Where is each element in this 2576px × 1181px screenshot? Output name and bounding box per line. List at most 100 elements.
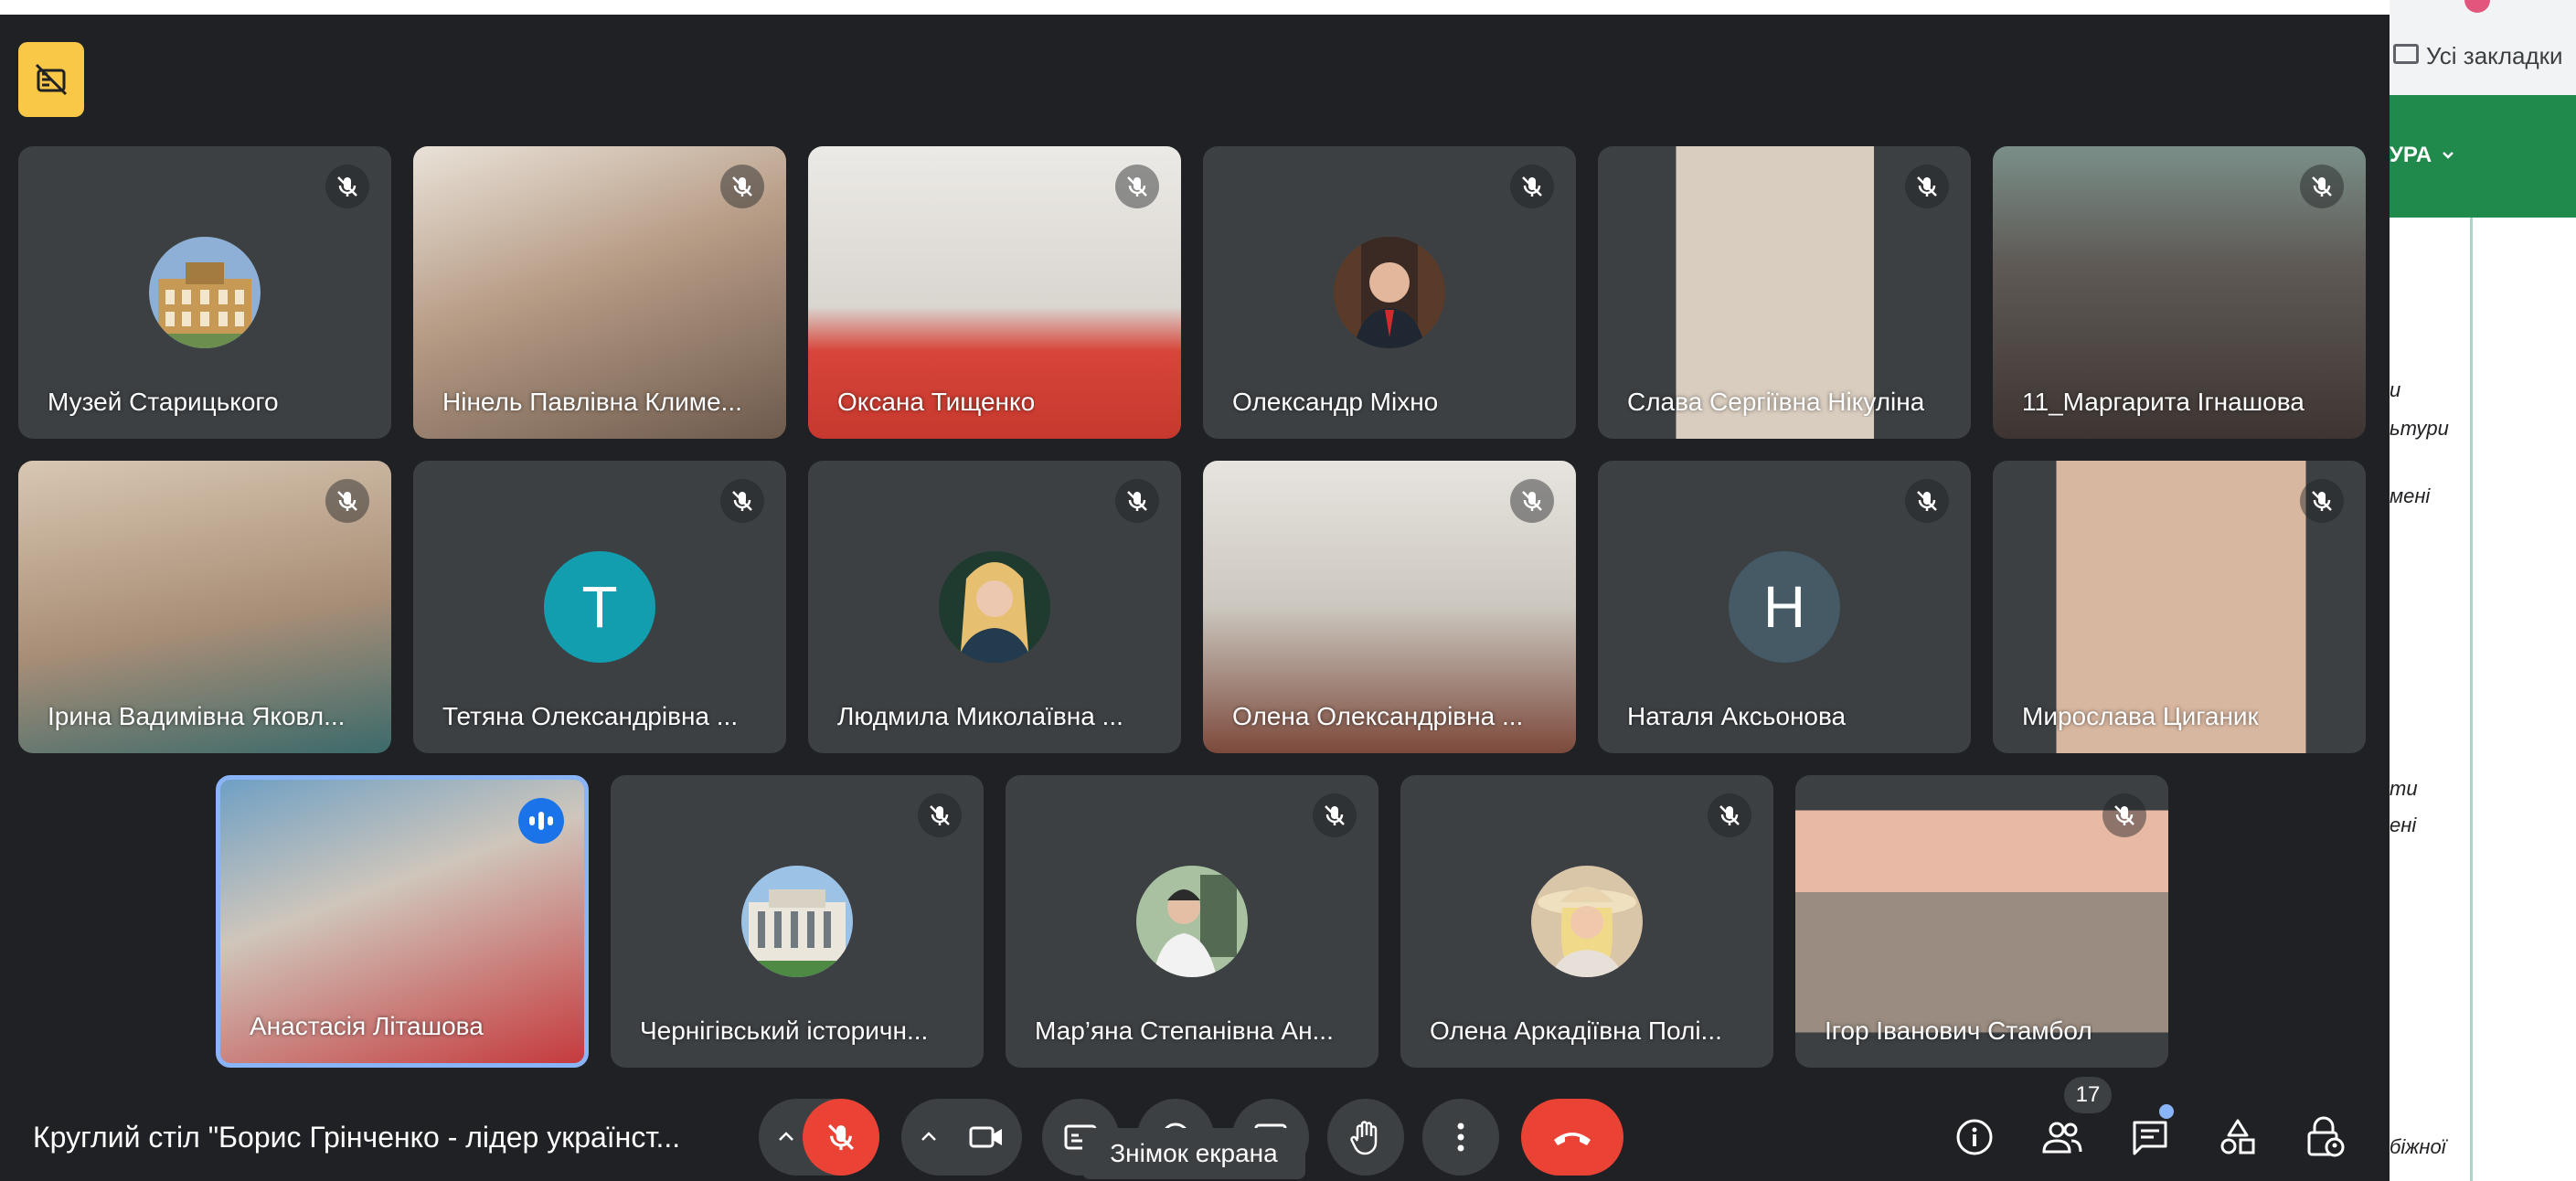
- avatar: [1334, 237, 1445, 348]
- participant-name: 11_Маргарита Ігнашова: [2022, 388, 2305, 416]
- participant-tile[interactable]: Чернігівський історичн...: [611, 775, 984, 1068]
- mic-off-icon: [1905, 165, 1949, 208]
- participant-tile[interactable]: Мирослава Циганик: [1993, 461, 2366, 753]
- participant-tile[interactable]: Ігор Іванович Стамбол: [1795, 775, 2168, 1068]
- participant-name: Музей Старицького: [48, 388, 279, 416]
- avatar: [1531, 866, 1643, 977]
- mic-off-icon: [2102, 793, 2146, 837]
- participant-tile[interactable]: Нінель Павлівна Климе...: [413, 146, 786, 439]
- mic-off-icon: [918, 793, 962, 837]
- participant-count-badge: 17: [2064, 1077, 2112, 1113]
- mic-off-icon: [1510, 165, 1554, 208]
- info-icon: [1956, 1119, 1993, 1155]
- hand-icon: [1350, 1121, 1378, 1155]
- avatar: Т: [544, 551, 655, 663]
- participant-name: Тетяна Олександрівна ...: [442, 702, 739, 730]
- participant-tile[interactable]: Н Наталя Аксьонова: [1598, 461, 1971, 753]
- participant-name: Мар’яна Степанівна Ан...: [1035, 1016, 1334, 1045]
- participant-tile[interactable]: Слава Сергіївна Нікуліна: [1598, 146, 1971, 439]
- activities-button[interactable]: [2212, 1112, 2263, 1163]
- people-icon: [2042, 1122, 2082, 1154]
- page-text-fragment: мені: [2390, 484, 2431, 507]
- participant-name: Олена Аркадіївна Полі...: [1430, 1016, 1722, 1045]
- participant-tile[interactable]: Людмила Миколаївна ...: [808, 461, 1181, 753]
- chevron-up-icon[interactable]: [775, 1126, 797, 1148]
- bookmarks-bar: Усі закладки: [2390, 0, 2576, 95]
- chevron-up-icon[interactable]: [918, 1126, 940, 1148]
- more-options-button[interactable]: [1422, 1099, 1499, 1176]
- mic-off-icon: [1115, 479, 1159, 523]
- mic-off-icon: [1708, 793, 1751, 837]
- participant-name: Слава Сергіївна Нікуліна: [1627, 388, 1925, 416]
- video-camera-icon: [969, 1126, 1002, 1148]
- mic-off-icon: [2300, 479, 2344, 523]
- site-menu-item[interactable]: УРА: [2390, 143, 2432, 168]
- mic-off-icon: [1510, 479, 1554, 523]
- page-text-fragment: ені: [2390, 814, 2417, 836]
- page-divider: [2470, 218, 2473, 1181]
- page-text-fragment: ти: [2390, 777, 2418, 800]
- camera-control-group: [901, 1099, 1022, 1176]
- mic-off-icon: [720, 165, 764, 208]
- participant-name: Мирослава Циганик: [2022, 702, 2259, 730]
- mic-off-icon: [2300, 165, 2344, 208]
- chat-button[interactable]: [2124, 1112, 2176, 1163]
- participant-tile[interactable]: Музей Старицького: [18, 146, 391, 439]
- mic-off-icon: [828, 1124, 854, 1151]
- page-text-fragment: біжної: [2390, 1135, 2446, 1158]
- speaking-indicator-icon: [518, 798, 564, 844]
- browser-side-page: Усі закладки УРА и ьтури мені ти ені біж…: [2390, 0, 2576, 1181]
- site-menu-bar: УРА: [2390, 95, 2576, 218]
- participant-tile[interactable]: Мар’яна Степанівна Ан...: [1006, 775, 1378, 1068]
- participant-tile-active-speaker[interactable]: Анастасія Літашова: [216, 775, 589, 1068]
- more-vert-icon: [1457, 1122, 1464, 1152]
- avatar: [939, 551, 1050, 663]
- avatar: [741, 866, 853, 977]
- page-text-fragment: ьтури: [2390, 417, 2449, 440]
- profile-dot[interactable]: [2464, 0, 2490, 13]
- raise-hand-button[interactable]: [1327, 1099, 1404, 1176]
- no-recording-banner-icon[interactable]: [18, 42, 84, 117]
- call-end-icon: [1554, 1133, 1591, 1145]
- folder-icon: [2393, 44, 2419, 64]
- page-text-fragment: и: [2390, 378, 2401, 401]
- mic-toggle-button[interactable]: [803, 1099, 879, 1176]
- meeting-details-button[interactable]: [1949, 1112, 2000, 1163]
- participant-tile[interactable]: Т Тетяна Олександрівна ...: [413, 461, 786, 753]
- chat-icon: [2133, 1121, 2167, 1155]
- browser-top-strip: [0, 0, 2390, 15]
- participant-tile[interactable]: Ірина Вадимівна Яковл...: [18, 461, 391, 753]
- all-bookmarks-link[interactable]: Усі закладки: [2426, 42, 2563, 70]
- avatar: Н: [1729, 551, 1840, 663]
- avatar: [1136, 866, 1248, 977]
- camera-toggle-button[interactable]: [969, 1124, 1004, 1150]
- participant-name: Анастасія Літашова: [250, 1012, 484, 1040]
- participant-tile[interactable]: Оксана Тищенко: [808, 146, 1181, 439]
- mic-off-icon: [1313, 793, 1357, 837]
- host-controls-button[interactable]: [2300, 1112, 2351, 1163]
- avatar: [149, 237, 261, 348]
- leave-call-button[interactable]: [1521, 1099, 1623, 1176]
- mic-off-icon: [325, 165, 369, 208]
- mic-off-icon: [325, 479, 369, 523]
- participant-name: Оксана Тищенко: [837, 388, 1036, 416]
- mic-off-icon: [720, 479, 764, 523]
- participant-tile[interactable]: 11_Маргарита Ігнашова: [1993, 146, 2366, 439]
- participant-name: Чернігівський історичн...: [640, 1016, 929, 1045]
- chat-notification-dot: [2159, 1104, 2174, 1119]
- participant-name: Нінель Павлівна Климе...: [442, 388, 742, 416]
- mic-off-icon: [1115, 165, 1159, 208]
- mic-off-icon: [1905, 479, 1949, 523]
- screenshot-tooltip: Знімок екрана: [1082, 1128, 1305, 1179]
- lock-person-icon: [2307, 1116, 2345, 1157]
- participant-name: Ігор Іванович Стамбол: [1825, 1016, 2092, 1045]
- shapes-icon: [2220, 1119, 2255, 1154]
- participant-tile[interactable]: Олена Олександрівна ...: [1203, 461, 1576, 753]
- participant-name: Наталя Аксьонова: [1627, 702, 1847, 730]
- meeting-title: Круглий стіл "Борис Грінченко - лідер ук…: [33, 1121, 681, 1154]
- participant-tile[interactable]: Олександр Міхно: [1203, 146, 1576, 439]
- participant-name: Олена Олександрівна ...: [1232, 702, 1524, 730]
- people-button[interactable]: [2037, 1112, 2088, 1163]
- participant-name: Людмила Миколаївна ...: [837, 702, 1123, 730]
- participant-tile[interactable]: Олена Аркадіївна Полі...: [1400, 775, 1773, 1068]
